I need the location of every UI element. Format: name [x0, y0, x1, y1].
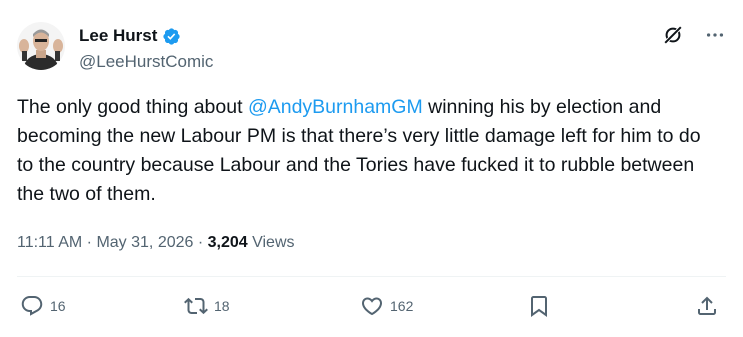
- divider: [17, 276, 726, 277]
- reply-button[interactable]: 16: [20, 294, 66, 318]
- like-count: 162: [390, 298, 414, 314]
- tweet-text: The only good thing about @AndyBurnhamGM…: [17, 93, 722, 209]
- reply-count: 16: [50, 298, 66, 314]
- share-icon: [698, 296, 716, 315]
- display-name-row: Lee Hurst: [79, 25, 213, 47]
- author-names: Lee Hurst @LeeHurstComic: [79, 25, 213, 72]
- views-count[interactable]: 3,204: [208, 234, 248, 251]
- author-handle[interactable]: @LeeHurstComic: [79, 52, 213, 72]
- repost-count: 18: [214, 298, 230, 314]
- action-bar: 16 18 162: [20, 294, 723, 320]
- display-name[interactable]: Lee Hurst: [79, 26, 157, 46]
- like-button[interactable]: 162: [360, 294, 413, 318]
- tweet-meta: 11:11 AM · May 31, 2026 · 3,204 Views: [17, 234, 295, 252]
- avatar-image: [17, 22, 65, 70]
- tweet-card: Lee Hurst @LeeHurstComic The only good t…: [0, 0, 743, 337]
- meta-separator: ·: [193, 234, 208, 251]
- bookmark-button[interactable]: [527, 294, 551, 318]
- mention-link[interactable]: @AndyBurnhamGM: [248, 96, 423, 118]
- grok-icon[interactable]: [662, 24, 684, 46]
- views-label: Views: [247, 234, 295, 251]
- meta-separator: ·: [82, 234, 97, 251]
- bookmark-icon: [531, 296, 547, 317]
- repost-button[interactable]: 18: [184, 294, 230, 318]
- more-icon[interactable]: [704, 24, 726, 46]
- tweet-time[interactable]: 11:11 AM: [17, 234, 82, 251]
- tweet-header: Lee Hurst @LeeHurstComic: [17, 22, 726, 76]
- share-button[interactable]: [695, 294, 719, 318]
- reply-icon: [21, 296, 43, 316]
- heart-icon: [361, 297, 383, 316]
- avatar[interactable]: [17, 22, 65, 70]
- tweet-text-start: The only good thing about: [17, 96, 248, 118]
- repost-icon: [184, 297, 208, 315]
- tweet-date[interactable]: May 31, 2026: [96, 234, 193, 251]
- verified-badge-icon[interactable]: [162, 27, 181, 46]
